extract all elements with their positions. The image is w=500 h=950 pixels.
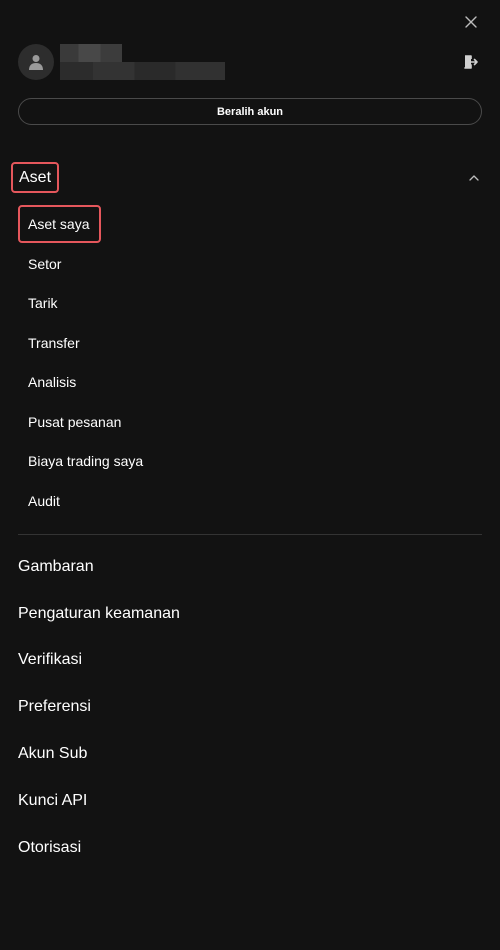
submenu-item-my-assets[interactable]: Aset saya [18,205,102,243]
submenu-item-audit[interactable]: Audit [18,482,60,520]
section-divider [18,534,482,535]
submenu-item-analysis[interactable]: Analisis [18,363,76,401]
assets-section-header[interactable]: Aset [11,162,483,194]
menu-item-overview[interactable]: Gambaran [18,552,94,582]
submenu-item-transfer[interactable]: Transfer [18,324,80,362]
switch-account-button[interactable]: Beralih akun [18,98,482,125]
submenu-item-trading-fees[interactable]: Biaya trading saya [18,442,143,480]
menu-item-verification[interactable]: Verifikasi [18,645,82,675]
submenu-item-withdraw[interactable]: Tarik [18,284,58,322]
chevron-up-icon[interactable] [468,172,480,184]
logout-icon [464,55,478,69]
profile-header [18,44,484,84]
user-icon [29,55,43,70]
logout-button[interactable] [462,53,480,71]
submenu-item-deposit[interactable]: Setor [18,245,61,283]
menu-item-api-keys[interactable]: Kunci API [18,786,87,816]
menu-item-security-settings[interactable]: Pengaturan keamanan [18,599,180,629]
account-menu-panel: Beralih akun Aset Aset saya Setor Tarik … [0,0,500,950]
menu-item-authorization[interactable]: Otorisasi [18,833,81,863]
menu-item-sub-account[interactable]: Akun Sub [18,739,87,769]
redacted-user-id [60,62,225,80]
submenu-item-order-center[interactable]: Pusat pesanan [18,403,121,441]
avatar[interactable] [18,44,54,80]
redacted-username [60,44,122,62]
assets-section-title: Aset [11,162,60,193]
menu-item-preferences[interactable]: Preferensi [18,692,91,722]
close-icon [465,16,477,28]
close-button[interactable] [461,12,481,32]
